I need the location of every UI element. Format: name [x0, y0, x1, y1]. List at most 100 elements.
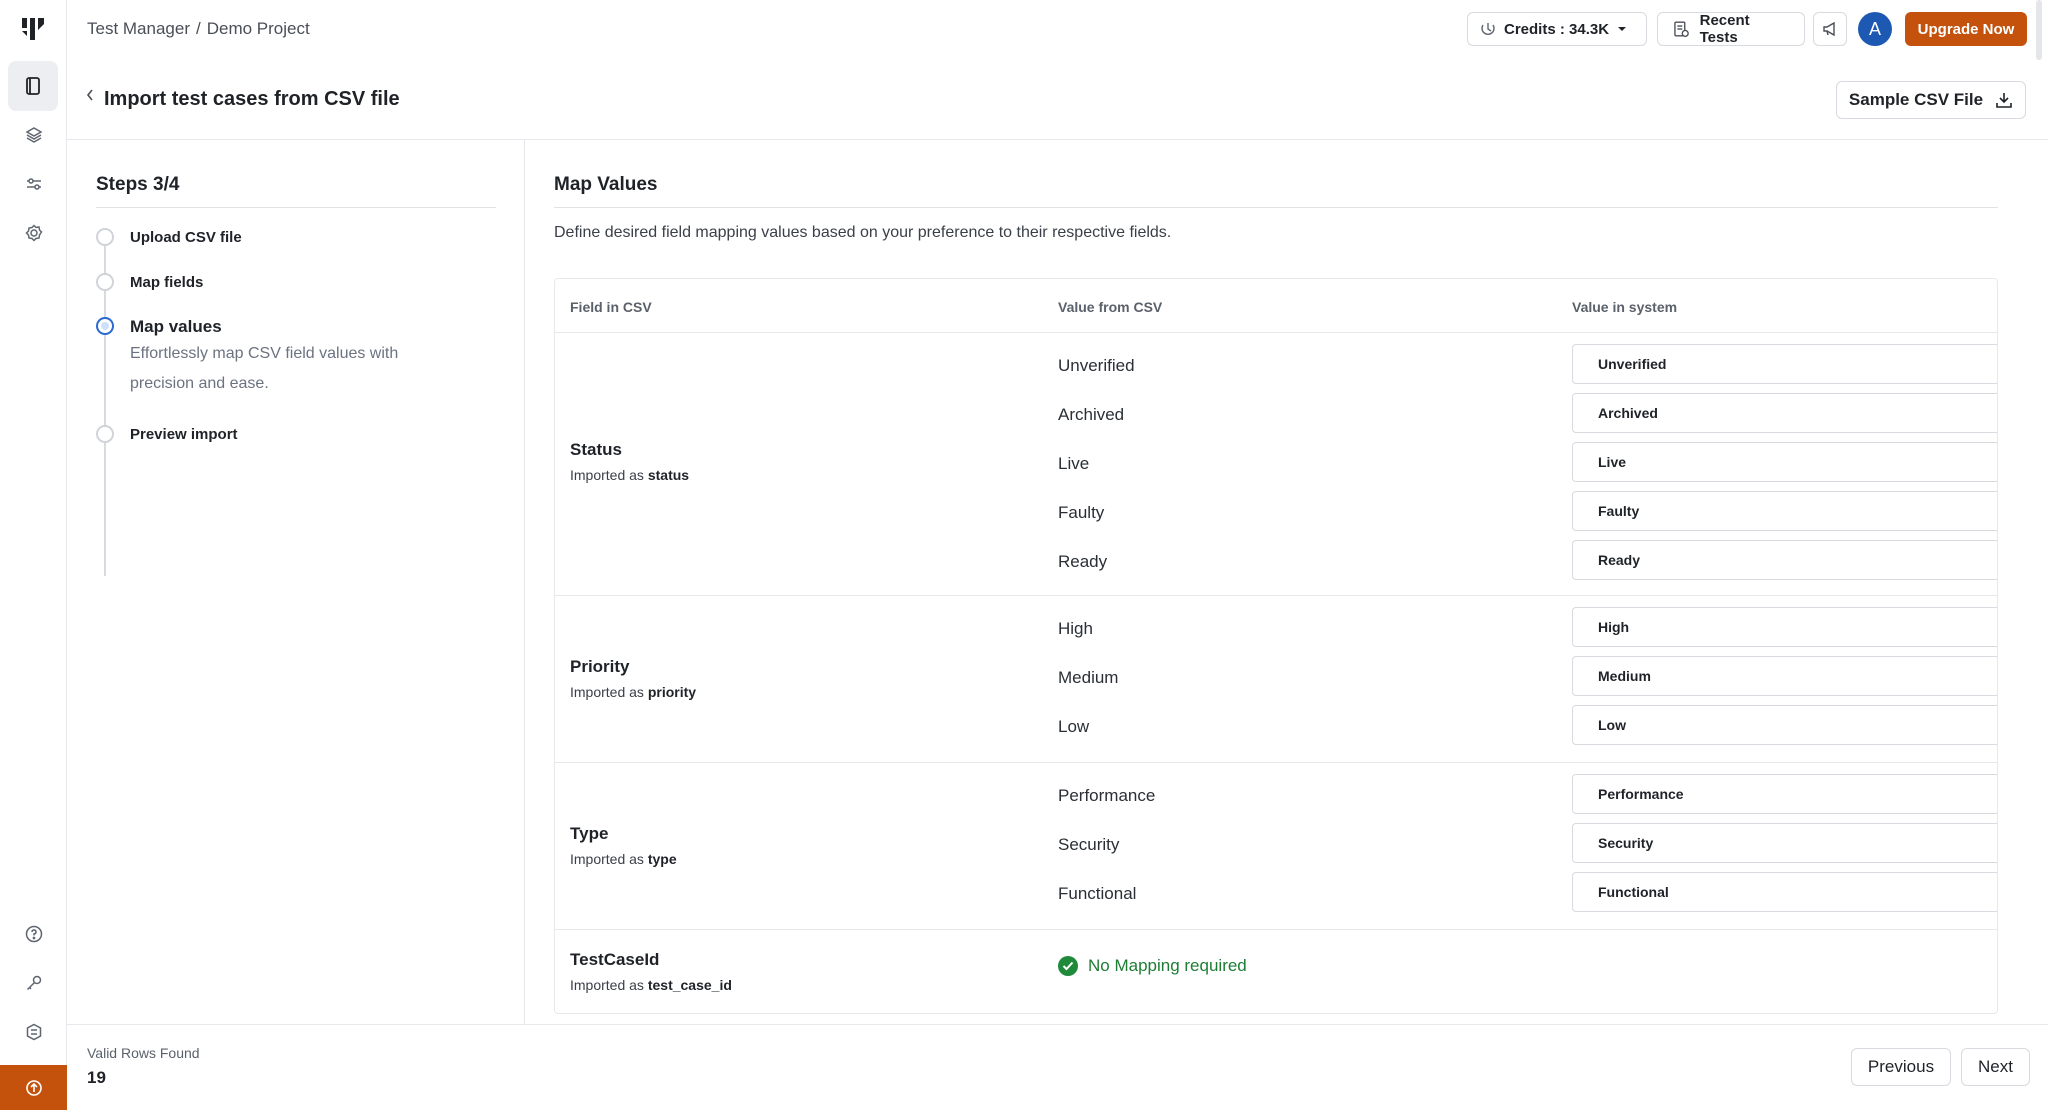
- page-title: Import test cases from CSV file: [104, 88, 400, 110]
- next-button[interactable]: Next: [1961, 1048, 2030, 1086]
- mapping-group-priority: Priority Imported as priority High High …: [555, 596, 1997, 763]
- test-cases-nav-icon[interactable]: [8, 61, 58, 111]
- arrow-up-circle-icon: [25, 1079, 42, 1096]
- page-scrollbar[interactable]: [2036, 0, 2042, 60]
- csv-value: Unverified: [1058, 356, 1135, 375]
- caret-down-icon: [1997, 723, 1998, 729]
- help-icon[interactable]: [21, 921, 47, 947]
- system-value-select[interactable]: Faulty: [1572, 491, 1997, 531]
- csv-value: Performance: [1058, 786, 1156, 805]
- previous-button[interactable]: Previous: [1851, 1048, 1951, 1086]
- credits-label: Credits : 34.3K: [1504, 20, 1610, 38]
- sample-csv-button[interactable]: Sample CSV File: [1836, 81, 2026, 119]
- select-value: Unverified: [1598, 356, 1667, 372]
- system-value-select[interactable]: Ready: [1572, 540, 1998, 580]
- field-imported-as: Imported as test_case_id: [570, 977, 732, 993]
- megaphone-icon: [1823, 21, 1835, 37]
- imported-as-key: type: [647, 851, 677, 867]
- csv-value: High: [1058, 619, 1093, 638]
- select-value: Performance: [1598, 786, 1684, 802]
- upgrade-now-button[interactable]: Upgrade Now: [1905, 12, 2027, 46]
- step-label: Upload CSV file: [130, 229, 242, 246]
- left-rail: [0, 0, 67, 1110]
- select-value: Functional: [1598, 884, 1669, 900]
- recent-tests-button[interactable]: Recent Tests: [1657, 12, 1805, 46]
- imported-as-prefix: Imported as: [570, 977, 644, 993]
- imported-as-key: status: [647, 467, 690, 483]
- avatar[interactable]: A: [1858, 12, 1892, 46]
- map-values-panel: Map Values Define desired field mapping …: [526, 140, 2022, 1024]
- system-value-select[interactable]: Security: [1572, 823, 1998, 863]
- breadcrumb-project[interactable]: Demo Project: [207, 19, 310, 38]
- caret-down-icon: [1997, 625, 1998, 631]
- no-mapping-label: No Mapping required: [1088, 956, 1247, 975]
- credits-icon: [1481, 23, 1495, 35]
- step-label: Map fields: [130, 274, 204, 291]
- caret-down-icon: [1997, 558, 1998, 564]
- back-chevron-icon[interactable]: [85, 88, 95, 107]
- upload-status-button[interactable]: [0, 1065, 67, 1110]
- top-bar: Test Manager / Demo Project Credits : 34.3…: [67, 0, 2048, 58]
- csv-value: Low: [1058, 717, 1090, 736]
- mapping-group-status: Status Imported as status Unverified Unv…: [555, 333, 1997, 596]
- mapping-group-type: Type Imported as type Performance Perfor…: [555, 763, 1997, 930]
- check-circle-icon: [1058, 956, 1078, 976]
- caret-down-icon: [1997, 362, 1998, 368]
- steps-panel: Steps 3/4 Upload CSV file Map fields Map…: [67, 140, 525, 1024]
- caret-down-icon: [1997, 792, 1998, 798]
- csv-value: Live: [1058, 454, 1090, 473]
- field-name: Priority: [570, 657, 630, 676]
- section-description: Define desired field mapping values base…: [554, 224, 1172, 241]
- system-value-select[interactable]: Low: [1572, 705, 1998, 745]
- field-imported-as: Imported as status: [570, 467, 689, 483]
- column-header-system-value: Value in system: [1572, 299, 1678, 315]
- app-logo-icon[interactable]: [20, 16, 46, 42]
- caret-down-icon: [1997, 411, 1998, 417]
- csv-value: Ready: [1058, 552, 1108, 571]
- field-imported-as: Imported as type: [570, 851, 677, 867]
- caret-down-icon: [1997, 841, 1998, 847]
- layers-nav-icon[interactable]: [21, 122, 47, 148]
- recent-tests-label: Recent Tests: [1699, 12, 1750, 46]
- imported-as-prefix: Imported as: [570, 467, 644, 483]
- chevron-down-icon: [1618, 27, 1627, 31]
- system-value-select[interactable]: Live: [1572, 442, 1997, 482]
- system-value-select[interactable]: High: [1572, 607, 1998, 647]
- breadcrumb-separator: /: [196, 19, 201, 38]
- select-value: Live: [1598, 454, 1627, 470]
- divider: [96, 207, 496, 208]
- system-value-select[interactable]: Performance: [1572, 774, 1998, 814]
- no-mapping-status: No Mapping required: [1058, 956, 1247, 976]
- recent-tests-icon: [1674, 21, 1689, 38]
- breadcrumb-product[interactable]: Test Manager: [87, 19, 190, 38]
- credits-button[interactable]: Credits : 34.3K: [1467, 12, 1647, 46]
- system-value-select[interactable]: Medium: [1572, 656, 1998, 696]
- step-label: Preview import: [130, 426, 238, 443]
- sample-csv-label: Sample CSV File: [1848, 90, 1984, 109]
- imported-as-prefix: Imported as: [570, 684, 644, 700]
- announcements-button[interactable]: [1813, 12, 1847, 46]
- csv-value: Archived: [1058, 405, 1125, 424]
- select-value: Ready: [1598, 552, 1641, 568]
- select-value: High: [1598, 619, 1630, 635]
- imported-as-prefix: Imported as: [570, 851, 644, 867]
- column-header-csv-value: Value from CSV: [1058, 299, 1163, 315]
- imported-as-key: priority: [647, 684, 697, 700]
- steps-title: Steps 3/4: [96, 174, 180, 195]
- caret-down-icon: [1997, 674, 1998, 680]
- integrations-icon[interactable]: [21, 1019, 47, 1045]
- system-value-select[interactable]: Archived: [1572, 393, 1998, 433]
- divider: [554, 207, 1998, 208]
- field-name: Status: [570, 440, 622, 459]
- system-value-select[interactable]: Functional: [1572, 872, 1997, 912]
- csv-value: Faulty: [1058, 503, 1105, 522]
- filters-nav-icon[interactable]: [21, 171, 47, 197]
- imported-as-key: test_case_id: [647, 977, 732, 993]
- step-label: Map values: [130, 317, 222, 336]
- field-imported-as: Imported as priority: [570, 684, 696, 700]
- select-value: Security: [1598, 835, 1654, 851]
- settings-nav-icon[interactable]: [21, 220, 47, 246]
- key-icon[interactable]: [21, 970, 47, 996]
- system-value-select[interactable]: Unverified: [1572, 344, 1998, 384]
- field-name: Type: [570, 824, 609, 843]
